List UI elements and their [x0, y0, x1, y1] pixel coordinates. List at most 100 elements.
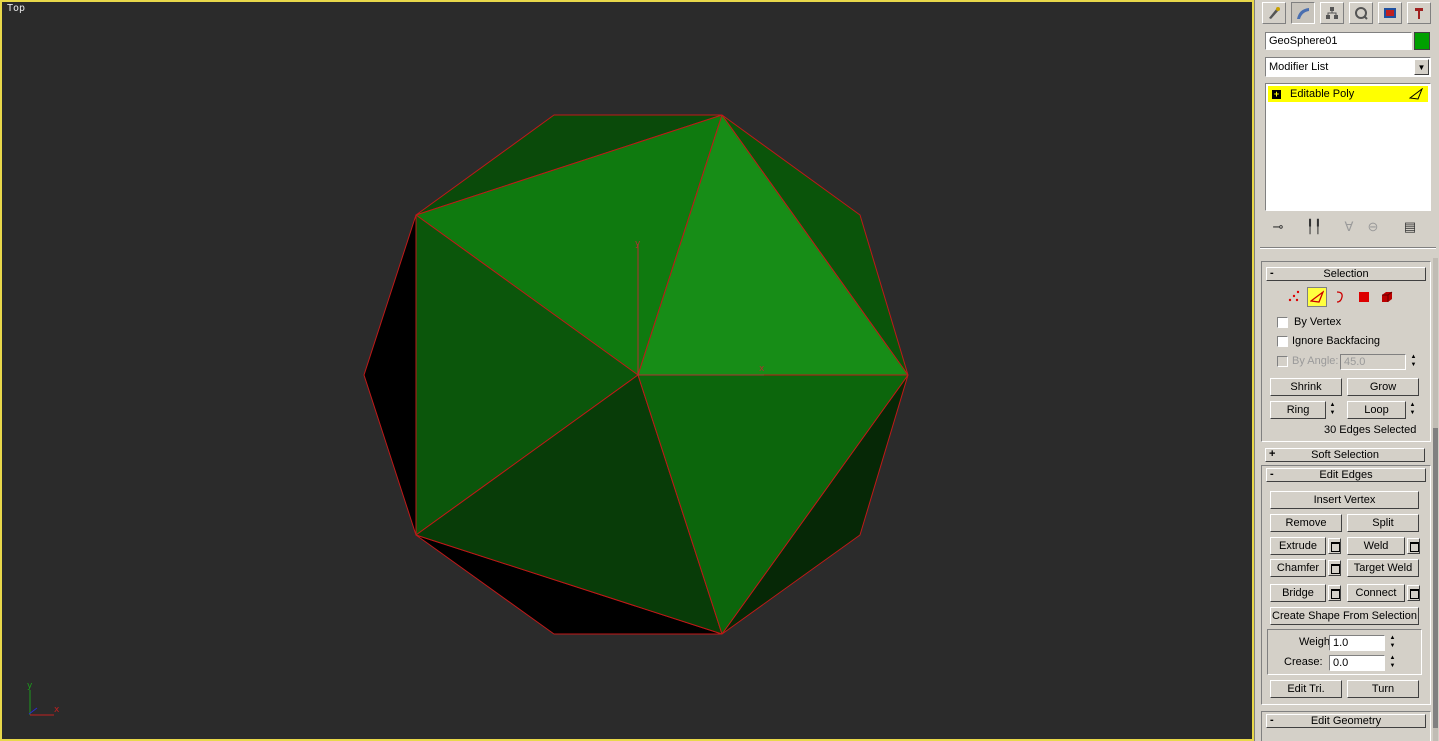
scrollbar-thumb[interactable]: [1433, 428, 1438, 728]
edit-edges-rollout: - Edit Edges Insert Vertex Remove Split …: [1261, 465, 1431, 705]
by-angle-checkbox[interactable]: [1277, 356, 1288, 367]
remove-button[interactable]: Remove: [1270, 514, 1342, 532]
collapse-icon: -: [1270, 468, 1274, 480]
soft-selection-rollout-header[interactable]: + Soft Selection: [1265, 448, 1425, 462]
modify-tab[interactable]: [1291, 2, 1315, 24]
make-unique-icon[interactable]: ∀: [1340, 218, 1358, 236]
weight-field[interactable]: 1.0: [1329, 635, 1385, 651]
world-axis-tripod: y x: [27, 681, 60, 716]
ignore-backfacing-checkbox[interactable]: [1277, 336, 1288, 347]
border-icon: [1336, 291, 1343, 303]
gizmo-x-label: x: [759, 364, 765, 374]
mesh-face: [363, 214, 417, 536]
modifier-stack[interactable]: + Editable Poly: [1265, 83, 1431, 211]
axis-x-label: x: [54, 705, 60, 715]
by-angle-field[interactable]: 45.0: [1340, 354, 1406, 370]
connect-settings-button[interactable]: [1407, 585, 1420, 601]
chamfer-settings-button[interactable]: [1328, 560, 1341, 576]
utilities-icon: [1415, 8, 1423, 19]
command-panel-scrollbar[interactable]: [1433, 258, 1438, 741]
ring-button[interactable]: Ring: [1270, 401, 1326, 419]
create-tab[interactable]: [1262, 2, 1286, 24]
command-panel-tabs: [1262, 0, 1436, 26]
remove-modifier-icon[interactable]: ⊖: [1364, 218, 1382, 236]
loop-button[interactable]: Loop: [1347, 401, 1406, 419]
bridge-button[interactable]: Bridge: [1270, 584, 1326, 602]
border-level-button[interactable]: [1330, 287, 1350, 307]
object-name-field[interactable]: GeoSphere01: [1265, 32, 1412, 50]
edit-tri-button[interactable]: Edit Tri.: [1270, 680, 1342, 698]
element-level-button[interactable]: [1377, 287, 1397, 307]
modifier-list-dropdown[interactable]: Modifier List ▼: [1265, 57, 1431, 77]
turn-button[interactable]: Turn: [1347, 680, 1419, 698]
ignore-backfacing-label: Ignore Backfacing: [1292, 335, 1381, 347]
motion-icon: [1355, 7, 1368, 20]
crease-spinner[interactable]: ▲ ▼: [1388, 654, 1397, 672]
crease-field[interactable]: 0.0: [1329, 655, 1385, 671]
collapse-icon: -: [1270, 714, 1274, 726]
extrude-button[interactable]: Extrude: [1270, 537, 1326, 555]
object-color-swatch[interactable]: [1414, 32, 1430, 50]
bridge-settings-button[interactable]: [1328, 585, 1341, 601]
stack-toolbar: ⊸ ╿╿ ∀ ⊖ ▤: [1265, 216, 1431, 238]
ring-spinner[interactable]: ▲ ▼: [1328, 401, 1337, 419]
rollout-container: - Selection By Vertex Ignore Backfacing: [1261, 258, 1431, 741]
edit-edges-rollout-header[interactable]: - Edit Edges: [1266, 468, 1426, 482]
create-icon: [1269, 7, 1280, 19]
configure-sets-icon[interactable]: ▤: [1401, 218, 1419, 236]
command-panel: GeoSphere01 Modifier List ▼ + Editable P…: [1258, 0, 1439, 741]
split-button[interactable]: Split: [1347, 514, 1419, 532]
element-icon: [1382, 291, 1393, 302]
top-viewport[interactable]: Top y x y x: [0, 0, 1254, 741]
polygon-icon: [1359, 292, 1369, 302]
stack-item-label: Editable Poly: [1290, 88, 1355, 100]
edit-geometry-rollout-header[interactable]: - Edit Geometry: [1266, 714, 1426, 728]
extrude-settings-button[interactable]: [1328, 538, 1341, 554]
weight-spinner[interactable]: ▲ ▼: [1388, 634, 1397, 652]
display-icon: [1384, 8, 1396, 18]
stack-item-editable-poly[interactable]: + Editable Poly: [1268, 86, 1428, 102]
selection-title: Selection: [1323, 268, 1369, 280]
modifier-list-label: Modifier List: [1269, 61, 1329, 73]
selection-rollout-header[interactable]: - Selection: [1266, 267, 1426, 281]
by-angle-label: By Angle:: [1292, 355, 1339, 367]
edit-geometry-title: Edit Geometry: [1310, 715, 1382, 727]
edit-geometry-rollout: - Edit Geometry: [1261, 711, 1431, 741]
expand-icon[interactable]: +: [1272, 89, 1281, 99]
insert-vertex-button[interactable]: Insert Vertex: [1270, 491, 1419, 509]
chevron-down-icon[interactable]: ▼: [1414, 59, 1429, 75]
vertex-icon: [1288, 290, 1300, 302]
grow-button[interactable]: Grow: [1347, 378, 1419, 396]
crease-label: Crease:: [1284, 656, 1323, 668]
geosphere-mesh[interactable]: y x: [2, 2, 1252, 739]
axis-y-label: y: [27, 681, 33, 691]
vertex-level-button[interactable]: [1284, 287, 1304, 307]
show-end-result-icon[interactable]: ╿╿: [1305, 218, 1323, 236]
chamfer-button[interactable]: Chamfer: [1270, 559, 1326, 577]
selection-status: 30 Edges Selected: [1324, 424, 1417, 436]
connect-button[interactable]: Connect: [1347, 584, 1405, 602]
utilities-tab[interactable]: [1407, 2, 1431, 24]
weld-settings-button[interactable]: [1407, 538, 1420, 554]
by-vertex-checkbox[interactable]: [1277, 317, 1288, 328]
weight-crease-group: Weight: 1.0 ▲ ▼ Crease: 0.0 ▲ ▼: [1267, 629, 1422, 675]
polygon-level-button[interactable]: [1354, 287, 1374, 307]
hierarchy-tab[interactable]: [1320, 2, 1344, 24]
gizmo-y-label: y: [635, 239, 641, 249]
by-angle-spinner[interactable]: ▲ ▼: [1409, 353, 1418, 371]
modify-icon: [1297, 8, 1309, 19]
edge-level-button[interactable]: [1307, 287, 1327, 307]
pin-stack-icon[interactable]: ⊸: [1269, 218, 1287, 236]
motion-tab[interactable]: [1349, 2, 1373, 24]
expand-icon: +: [1269, 448, 1276, 460]
collapse-icon: -: [1270, 267, 1274, 279]
shrink-button[interactable]: Shrink: [1270, 378, 1342, 396]
panel-separator: [1260, 247, 1436, 249]
loop-spinner[interactable]: ▲ ▼: [1408, 401, 1417, 419]
display-tab[interactable]: [1378, 2, 1402, 24]
edge-icon: [1310, 290, 1324, 303]
create-shape-button[interactable]: Create Shape From Selection: [1270, 607, 1419, 625]
weld-button[interactable]: Weld: [1347, 537, 1405, 555]
target-weld-button[interactable]: Target Weld: [1347, 559, 1419, 577]
by-vertex-label: By Vertex: [1294, 316, 1342, 328]
